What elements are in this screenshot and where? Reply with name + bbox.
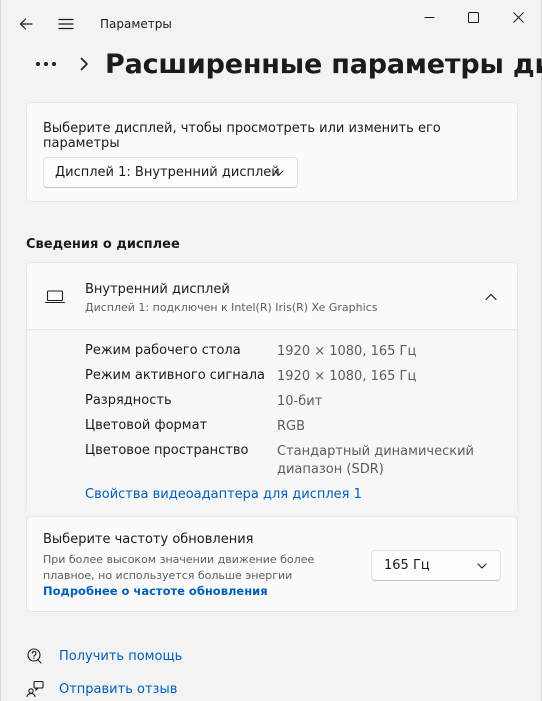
display-name: Внутренний дисплей bbox=[85, 282, 230, 297]
spec-label: Режим рабочего стола bbox=[85, 343, 241, 358]
refresh-rate-value: 165 Гц bbox=[384, 558, 430, 573]
refresh-rate-description: При более высоком значении движение боле… bbox=[43, 553, 315, 582]
page-title: Расширенные параметры дисплея bbox=[105, 49, 542, 80]
feedback-icon bbox=[26, 680, 44, 698]
back-arrow-icon bbox=[19, 18, 33, 30]
display-info-card: Внутренний дисплей Дисплей 1: подключен … bbox=[26, 262, 518, 513]
spec-label: Режим активного сигнала bbox=[85, 368, 265, 383]
app-title: Параметры bbox=[100, 17, 172, 31]
spec-value: RGB bbox=[277, 419, 306, 434]
navigation-menu-button[interactable] bbox=[50, 8, 82, 40]
get-help-label: Получить помощь bbox=[59, 648, 183, 664]
help-icon bbox=[26, 647, 44, 665]
get-help-link[interactable]: Получить помощь bbox=[26, 645, 182, 667]
minimize-button[interactable] bbox=[406, 0, 452, 34]
display-info-heading: Сведения о дисплее bbox=[26, 237, 180, 252]
adapter-properties-link[interactable]: Свойства видеоадаптера для дисплея 1 bbox=[85, 487, 362, 502]
breadcrumb-separator bbox=[75, 55, 93, 73]
breadcrumb: Расширенные параметры дисплея bbox=[1, 46, 542, 88]
maximize-button[interactable] bbox=[450, 0, 496, 34]
display-select-prompt: Выберите дисплей, чтобы просмотреть или … bbox=[43, 121, 441, 151]
spec-label: Цветовой формат bbox=[85, 418, 208, 433]
spec-value: 10-бит bbox=[277, 394, 323, 409]
laptop-icon bbox=[45, 290, 65, 304]
send-feedback-link[interactable]: Отправить отзыв bbox=[26, 678, 177, 700]
refresh-rate-title: Выберите частоту обновления bbox=[43, 532, 254, 547]
title-bar: Параметры bbox=[1, 0, 541, 48]
back-button[interactable] bbox=[10, 8, 42, 40]
chevron-up-icon bbox=[485, 293, 497, 301]
display-info-expander-header[interactable]: Внутренний дисплей Дисплей 1: подключен … bbox=[27, 263, 517, 330]
display-select-card: Выберите дисплей, чтобы просмотреть или … bbox=[26, 102, 518, 202]
chevron-down-icon bbox=[273, 167, 285, 179]
close-icon bbox=[512, 11, 524, 23]
collapse-button[interactable] bbox=[479, 285, 503, 309]
hamburger-menu-icon bbox=[58, 18, 74, 30]
maximize-icon bbox=[467, 11, 479, 23]
display-select-value: Дисплей 1: Внутренний дисплей bbox=[55, 165, 280, 180]
spec-label: Цветовое пространство bbox=[85, 443, 249, 458]
send-feedback-label: Отправить отзыв bbox=[59, 681, 178, 697]
refresh-rate-learn-more-link[interactable]: Подробнее о частоте обновления bbox=[43, 584, 268, 598]
more-dots-icon bbox=[36, 62, 56, 66]
display-connection: Дисплей 1: подключен к Intel(R) Iris(R) … bbox=[85, 301, 378, 314]
spec-value: 1920 × 1080, 165 Гц bbox=[277, 369, 417, 384]
display-select-dropdown[interactable]: Дисплей 1: Внутренний дисплей bbox=[43, 157, 298, 188]
spec-label: Разрядность bbox=[85, 393, 172, 408]
refresh-rate-card: Выберите частоту обновления При более вы… bbox=[26, 516, 518, 612]
display-info-details: Режим рабочего стола 1920 × 1080, 165 Гц… bbox=[27, 330, 517, 513]
spec-value: 1920 × 1080, 165 Гц bbox=[277, 344, 417, 359]
spec-value: Стандартный динамический диапазон (SDR) bbox=[277, 444, 474, 477]
breadcrumb-more-button[interactable] bbox=[32, 52, 60, 76]
close-button[interactable] bbox=[495, 0, 541, 34]
settings-window: Параметры Расширенные параметры д Выбери… bbox=[0, 0, 542, 701]
refresh-rate-dropdown[interactable]: 165 Гц bbox=[371, 550, 501, 581]
minimize-icon bbox=[424, 16, 434, 18]
chevron-down-icon bbox=[476, 560, 488, 572]
chevron-right-icon bbox=[80, 57, 88, 71]
